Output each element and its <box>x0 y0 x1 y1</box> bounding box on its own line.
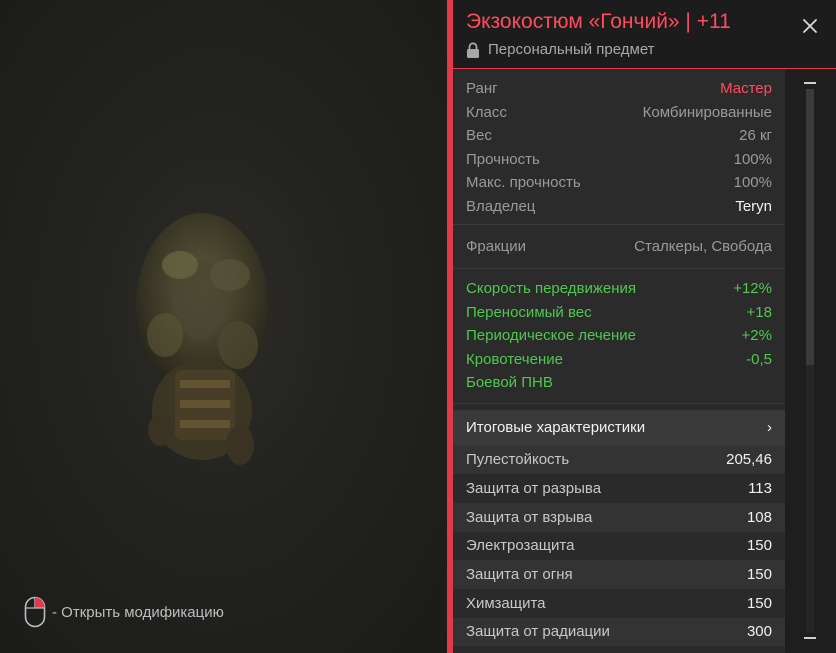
stat-row: Химзащита 150 <box>453 588 785 618</box>
info-label: Прочность <box>466 150 540 168</box>
exosuit-preview-image <box>136 213 268 465</box>
info-value: 100% <box>733 150 772 168</box>
owner-value: Teryn <box>735 197 772 215</box>
stat-label: Защита от огня <box>466 566 573 584</box>
rank-value: Мастер <box>720 80 772 98</box>
bonus-row: Боевой ПНВ <box>453 371 785 395</box>
info-row-rank: Ранг Мастер <box>453 77 785 101</box>
bonuses-section: Скорость передвижения +12% Переносимый в… <box>453 269 785 404</box>
close-icon[interactable] <box>800 16 820 36</box>
panel-header: Экзокостюм «Гончий» | +11 Персональный п… <box>453 0 836 69</box>
stat-label: Пулестойкость <box>466 451 570 469</box>
info-row-max-durability: Макс. прочность 100% <box>453 171 785 195</box>
stat-label: Электрозащита <box>466 537 575 555</box>
bonus-row: Переносимый вес +18 <box>453 301 785 325</box>
item-title: Экзокостюм «Гончий» | +11 <box>466 10 731 33</box>
stat-row: Защита от огня 150 <box>453 560 785 589</box>
bonus-row: Периодическое лечение +2% <box>453 324 785 348</box>
item-subtitle: Персональный предмет <box>466 41 655 58</box>
stat-row: Пулестойкость 205,46 <box>453 445 785 475</box>
info-value: 100% <box>733 174 772 192</box>
stat-value: 150 <box>746 594 772 612</box>
factions-row: Фракции Сталкеры, Свобода <box>453 231 785 262</box>
stat-row: Электрозащита 150 <box>453 531 785 561</box>
bonus-label: Боевой ПНВ <box>466 374 553 392</box>
stat-row: Защита от взрыва 108 <box>453 502 785 532</box>
stat-label: Защита от разрыва <box>466 480 602 498</box>
totals-label: Итоговые характеристики <box>466 419 646 436</box>
factions-section: Фракции Сталкеры, Свобода <box>453 225 785 269</box>
scrollbar-top-cap <box>804 82 816 84</box>
info-row-durability: Прочность 100% <box>453 148 785 172</box>
scrollbar-bottom-cap <box>804 637 816 639</box>
bonus-value: +12% <box>733 280 772 298</box>
stats-table: Пулестойкость 205,46 Защита от разрыва 1… <box>453 445 785 647</box>
bonus-label: Кровотечение <box>466 350 563 368</box>
info-value: Комбинированные <box>642 103 772 121</box>
bonus-value: +18 <box>746 303 772 321</box>
scrollbar-thumb[interactable] <box>806 89 814 365</box>
open-modification-hint: - Открыть модификацию <box>24 596 224 628</box>
bonus-label: Скорость передвижения <box>466 280 637 298</box>
info-row-owner: Владелец Teryn <box>453 195 785 219</box>
subtitle-text: Персональный предмет <box>488 41 655 58</box>
info-label: Макс. прочность <box>466 174 581 192</box>
panel-content[interactable]: Ранг Мастер Класс Комбинированные Вес 26… <box>453 69 785 653</box>
info-label: Ранг <box>466 80 498 98</box>
hint-text: - Открыть модификацию <box>52 603 224 621</box>
stat-value: 113 <box>748 480 772 498</box>
info-row-class: Класс Комбинированные <box>453 101 785 125</box>
stat-label: Химзащита <box>466 594 546 612</box>
bonus-label: Периодическое лечение <box>466 327 636 345</box>
mouse-icon <box>24 596 46 628</box>
info-label: Владелец <box>466 197 536 215</box>
lock-icon <box>467 41 479 58</box>
bonus-row: Скорость передвижения +12% <box>453 277 785 301</box>
stat-value: 150 <box>746 537 772 555</box>
item-info-panel: Экзокостюм «Гончий» | +11 Персональный п… <box>453 0 836 653</box>
info-row-weight: Вес 26 кг <box>453 124 785 148</box>
factions-label: Фракции <box>466 238 526 255</box>
info-value: 26 кг <box>739 127 772 145</box>
totals-expander[interactable]: Итоговые характеристики › <box>453 409 785 446</box>
bonus-row: Кровотечение -0,5 <box>453 348 785 372</box>
info-section: Ранг Мастер Класс Комбинированные Вес 26… <box>453 69 785 225</box>
stat-row: Защита от радиации 300 <box>453 617 785 647</box>
bonus-value: +2% <box>741 327 772 345</box>
scrollbar[interactable] <box>785 69 836 653</box>
bonus-label: Переносимый вес <box>466 303 592 321</box>
stat-label: Защита от радиации <box>466 623 610 641</box>
stat-value: 205,46 <box>726 451 772 469</box>
stat-value: 150 <box>746 566 772 584</box>
item-viewer[interactable]: - Открыть модификацию <box>0 0 447 653</box>
chevron-right-icon: › <box>767 419 772 436</box>
stat-label: Защита от взрыва <box>466 508 593 526</box>
bonus-value: -0,5 <box>746 350 772 368</box>
factions-value: Сталкеры, Свобода <box>634 238 772 255</box>
stat-row: Защита от разрыва 113 <box>453 474 785 503</box>
info-label: Класс <box>466 103 507 121</box>
info-label: Вес <box>466 127 492 145</box>
stat-value: 108 <box>746 508 772 526</box>
stat-value: 300 <box>746 623 772 641</box>
